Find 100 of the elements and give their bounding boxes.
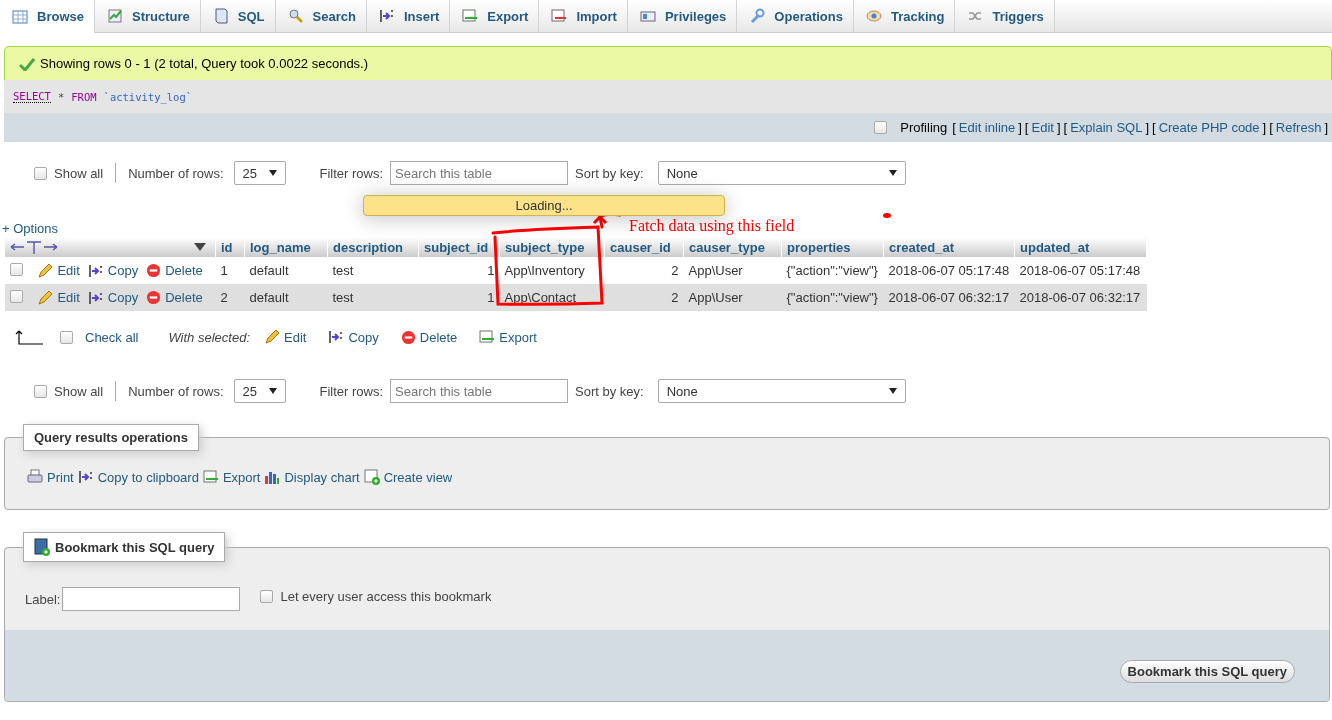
bulk-action-link[interactable]: Export <box>479 329 537 345</box>
with-selected-label: With selected: <box>168 329 250 345</box>
operation-link[interactable]: Print <box>27 469 74 485</box>
sql-token: FROM <box>71 90 97 103</box>
create-view-icon <box>363 469 380 485</box>
operation-link[interactable]: Create view <box>363 469 453 485</box>
sql-icon <box>212 8 229 24</box>
row-action-link[interactable]: Delete <box>146 290 203 305</box>
rows-label: Number of rows: <box>128 165 224 181</box>
annotation-text: Fatch data using this field <box>629 218 795 234</box>
column-header[interactable]: causer_id <box>604 237 684 257</box>
column-header[interactable]: updated_at <box>1014 237 1147 257</box>
tab[interactable]: Privileges <box>627 0 738 32</box>
filter-label: Filter rows: <box>319 383 384 399</box>
tab[interactable]: Browse <box>0 0 95 33</box>
table-cell: 1 <box>418 284 500 311</box>
row-action-link[interactable]: Copy <box>87 262 139 279</box>
rows-select[interactable]: 25 <box>233 379 286 403</box>
bracket: [ <box>1063 120 1068 135</box>
query-link[interactable]: Explain SQL <box>1070 120 1143 135</box>
filter-field[interactable]: Search this table <box>390 379 569 403</box>
profiling-checkbox[interactable] <box>874 121 888 134</box>
dropdown-arrow-icon <box>268 170 277 176</box>
structure-icon <box>106 8 123 24</box>
tab[interactable]: Export <box>450 0 540 32</box>
column-header[interactable]: subject_id <box>418 237 500 257</box>
sort-select[interactable]: None <box>657 379 906 403</box>
printer-icon <box>27 469 43 485</box>
operation-link[interactable]: Copy to clipboard <box>77 469 199 485</box>
sql-token: * <box>57 90 65 103</box>
sort-select[interactable]: None <box>657 161 906 185</box>
query-link[interactable]: Edit <box>1031 120 1054 135</box>
row-action-link[interactable]: Edit <box>37 289 80 306</box>
tab[interactable]: Import <box>539 0 628 32</box>
export-icon <box>202 469 219 485</box>
rows-label: Number of rows: <box>128 383 224 399</box>
section-legend: Query results operations <box>23 424 199 451</box>
tab[interactable]: Triggers <box>955 0 1055 32</box>
column-header[interactable]: subject_type <box>499 237 605 257</box>
bracket: ] <box>1262 120 1267 135</box>
row-action-link[interactable]: Copy <box>87 289 139 306</box>
show-all-checkbox[interactable]: Show all <box>34 165 104 181</box>
operation-link[interactable]: Export <box>202 469 261 485</box>
rows-select[interactable]: 25 <box>233 161 286 185</box>
tab[interactable]: Structure <box>94 0 201 32</box>
bulk-action-link[interactable]: Copy <box>328 329 379 345</box>
bulk-action-link[interactable]: Delete <box>400 329 458 345</box>
show-all-checkbox[interactable]: Show all <box>34 383 104 399</box>
checkmark-icon <box>19 56 35 71</box>
options-link[interactable]: + Options <box>2 221 58 237</box>
filter-label: Filter rows: <box>319 165 384 181</box>
tab[interactable]: Insert <box>366 0 451 32</box>
profiling-label: Profiling <box>900 120 948 135</box>
table-cell: 2 <box>604 284 684 311</box>
wrench-icon <box>749 8 766 24</box>
dropdown-arrow-icon <box>888 170 897 176</box>
eye-icon <box>865 8 882 24</box>
bracket: ] <box>1145 120 1150 135</box>
tab[interactable]: Search <box>275 0 367 32</box>
search-icon <box>287 8 304 24</box>
table-cell: App\User <box>683 284 782 311</box>
table-cell: 2018-06-07 06:32:17 <box>1014 284 1147 311</box>
tab[interactable]: Operations <box>737 0 854 32</box>
delete-icon <box>146 290 162 305</box>
tab[interactable]: SQL <box>200 0 276 32</box>
pencil-icon <box>37 289 54 306</box>
column-resize-icon[interactable] <box>10 240 58 254</box>
row-checkbox[interactable] <box>10 262 23 276</box>
bulk-action-link[interactable]: Edit <box>264 329 307 345</box>
public-bookmark-checkbox[interactable]: Let every user access this bookmark <box>260 589 492 604</box>
column-header[interactable]: id <box>215 237 245 257</box>
query-link[interactable]: Refresh <box>1275 120 1322 135</box>
row-action-link[interactable]: Delete <box>146 263 203 278</box>
bracket: ] <box>1324 120 1328 135</box>
sql-token: SELECT <box>13 90 51 103</box>
query-link[interactable]: Edit inline <box>958 120 1016 135</box>
column-header[interactable]: log_name <box>244 237 328 257</box>
operation-link[interactable]: Display chart <box>264 469 360 485</box>
query-link[interactable]: Create PHP code <box>1158 120 1260 135</box>
row-checkbox[interactable] <box>10 289 23 303</box>
label-field[interactable] <box>62 587 241 611</box>
insert-icon <box>378 8 395 24</box>
table-cell: 2018-06-07 06:32:17 <box>883 284 1015 311</box>
filter-field[interactable]: Search this table <box>390 161 569 185</box>
column-header[interactable]: description <box>327 237 419 257</box>
message-text: Showing rows 0 - 1 (2 total, Query took 0.0022 seconds.) <box>40 56 369 71</box>
table-cell: App\Inventory <box>499 257 605 284</box>
table-cell: App\User <box>683 257 782 284</box>
dropdown-arrow-icon[interactable] <box>194 243 206 251</box>
row-action-link[interactable]: Edit <box>37 262 80 279</box>
column-header[interactable]: properties <box>781 237 884 257</box>
column-header[interactable]: created_at <box>883 237 1015 257</box>
column-header[interactable]: causer_type <box>683 237 782 257</box>
bracket: ] <box>1018 120 1022 135</box>
bookmark-book-icon <box>34 538 50 556</box>
bookmark-button[interactable]: Bookmark this SQL query <box>1119 660 1295 683</box>
sql-token: `activity_log` <box>103 90 193 103</box>
tab[interactable]: Tracking <box>853 0 956 32</box>
check-all-checkbox[interactable]: Check all <box>60 329 139 345</box>
privileges-icon <box>639 8 656 24</box>
